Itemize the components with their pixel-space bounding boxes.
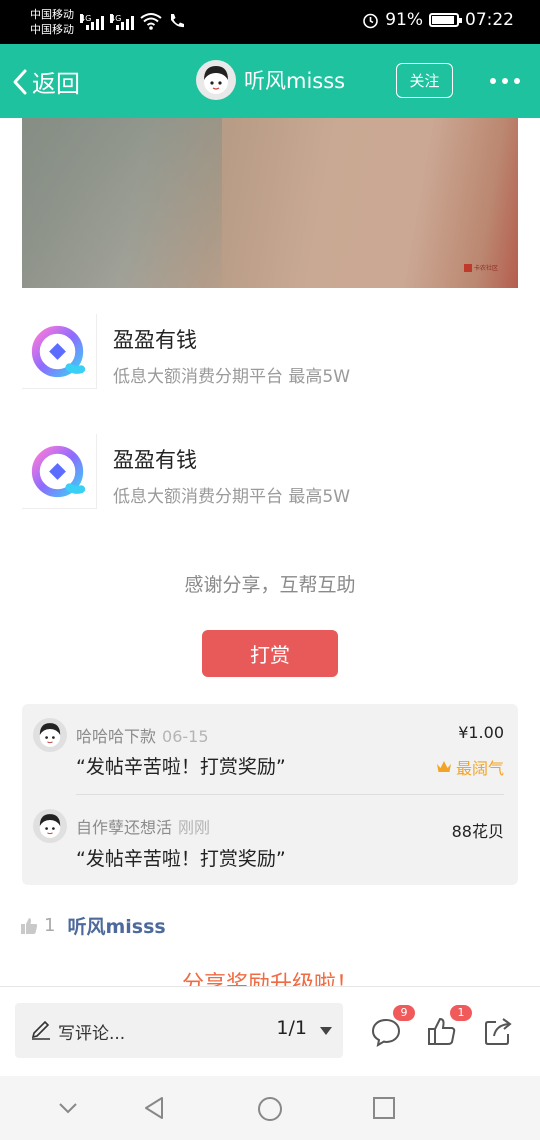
clock: 07:22: [465, 10, 514, 30]
reward-time: 06-15: [162, 727, 209, 746]
like-count: 1: [44, 915, 56, 936]
watermark-logo: 卡农社区: [463, 263, 498, 272]
comment-count-badge: 9: [393, 1005, 415, 1021]
call-icon: [171, 14, 184, 28]
top-nav-bar: 返回 听风misss 关注: [0, 44, 540, 118]
thumb-up-icon[interactable]: [20, 917, 38, 935]
reward-amount: 88花贝: [451, 822, 504, 841]
chevron-down-icon[interactable]: [320, 1027, 332, 1035]
signal-icon: 4G: [80, 14, 104, 30]
back-label: 返回: [32, 70, 80, 98]
reward-message: “发帖辛苦啦！打赏奖励”: [76, 848, 286, 870]
reward-user: 哈哈哈下款 06-15: [76, 727, 209, 746]
divider: [76, 794, 504, 795]
carrier-2: 中国移动: [30, 23, 74, 36]
status-right: 91% 07:22: [362, 10, 514, 30]
carrier-1: 中国移动: [30, 8, 74, 21]
home-icon[interactable]: [257, 1096, 283, 1122]
more-icon[interactable]: [490, 78, 520, 84]
battery-percent: 91%: [385, 10, 423, 30]
system-nav-bar: [0, 1076, 540, 1140]
likes-row: 1 听风misss: [20, 912, 166, 939]
app-desc: 低息大额消费分期平台 最高5W: [113, 487, 351, 507]
crown-icon: [436, 761, 451, 772]
avatar: [33, 809, 67, 843]
carrier-info: 中国移动 中国移动: [30, 7, 74, 37]
share-icon[interactable]: [482, 1016, 514, 1048]
hide-keyboard-icon[interactable]: [56, 1096, 80, 1120]
reward-amount: ¥1.00: [458, 723, 504, 742]
app-logo-icon: [22, 314, 97, 389]
app-card[interactable]: 盈盈有钱 低息大额消费分期平台 最高5W: [22, 314, 522, 392]
author-title[interactable]: 听风misss: [196, 60, 345, 100]
reward-button[interactable]: 打赏: [202, 630, 338, 677]
top-tipper-badge: 最阔气: [436, 755, 504, 779]
reward-list: 哈哈哈下款 06-15 “发帖辛苦啦！打赏奖励” ¥1.00 最阔气 自作孽还想活…: [22, 704, 518, 885]
back-nav-icon[interactable]: [142, 1096, 166, 1120]
like-count-badge: 1: [450, 1005, 472, 1021]
back-icon: [13, 69, 27, 94]
liker-name[interactable]: 听风misss: [67, 912, 165, 939]
comment-input[interactable]: 写评论... 1/1: [15, 1003, 343, 1058]
alarm-icon: [363, 13, 379, 28]
page-title: 听风misss: [244, 69, 346, 93]
app-logo-icon: [22, 434, 97, 509]
battery-icon: [429, 13, 462, 27]
recents-icon[interactable]: [372, 1096, 396, 1120]
comment-placeholder: 写评论...: [58, 1024, 126, 1044]
reward-message: “发帖辛苦啦！打赏奖励”: [76, 756, 286, 778]
status-bar: 中国移动 中国移动 4G 4G 91% 07:22: [0, 0, 540, 44]
comment-icon[interactable]: [370, 1016, 402, 1048]
signal-icons: 4G 4G: [80, 12, 186, 30]
app-name: 盈盈有钱: [113, 448, 197, 472]
wifi-icon: [140, 13, 162, 30]
pen-icon: [31, 1020, 50, 1040]
post-image[interactable]: 卡农社区: [22, 118, 518, 288]
app-card[interactable]: 盈盈有钱 低息大额消费分期平台 最高5W: [22, 434, 522, 512]
app-desc: 低息大额消费分期平台 最高5W: [113, 367, 351, 387]
avatar: [196, 60, 236, 100]
thumb-up-icon[interactable]: [426, 1016, 458, 1048]
bottom-action-bar: 写评论... 1/1 9 1: [0, 986, 540, 1076]
reward-user: 自作孽还想活 刚刚: [76, 818, 211, 837]
signal-icon: 4G: [110, 14, 134, 30]
promo-text: 分享奖励升级啦！: [181, 972, 358, 986]
reward-time: 刚刚: [178, 818, 211, 837]
back-button[interactable]: 返回: [10, 64, 80, 99]
avatar: [33, 718, 67, 752]
app-name: 盈盈有钱: [113, 328, 197, 352]
page-indicator[interactable]: 1/1: [276, 1017, 307, 1039]
thanks-text: 感谢分享，互帮互助: [184, 574, 356, 596]
follow-button[interactable]: 关注: [396, 63, 453, 98]
